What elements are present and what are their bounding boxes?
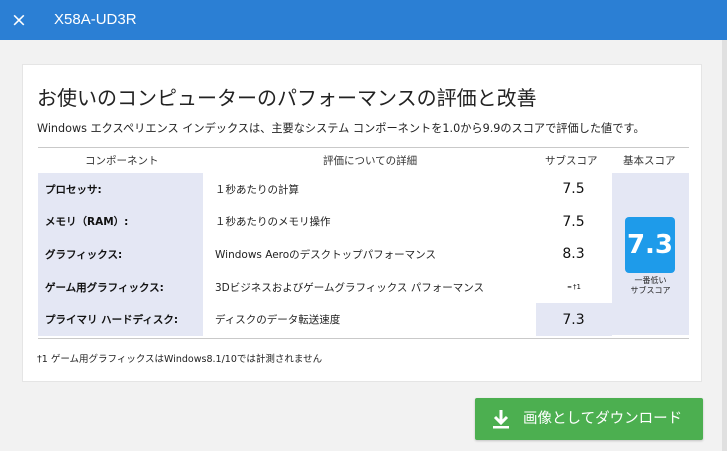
score-table: コンポーネント 評価についての詳細 サブスコア 基本スコア プロセッサ: １秒あ… <box>38 147 689 339</box>
component-name: プライマリ ハードディスク: <box>38 303 203 336</box>
close-icon[interactable]: × <box>5 6 33 34</box>
base-score-badge: 7.3 <box>625 217 675 273</box>
footnote-marker: †1 <box>573 283 582 292</box>
title-bar: × X58A-UD3R <box>0 0 727 40</box>
table-row: ゲーム用グラフィックス: 3Dビジネスおよびゲームグラフィックス パフォーマンス… <box>38 270 612 304</box>
component-name: グラフィックス: <box>38 238 203 271</box>
table-row: グラフィックス: Windows Aeroのデスクトップパフォーマンス 8.3 <box>38 238 612 271</box>
window-title: X58A-UD3R <box>54 11 137 28</box>
table-row: プロセッサ: １秒あたりの計算 7.5 <box>38 173 612 206</box>
download-icon <box>493 410 509 429</box>
component-detail: 3Dビジネスおよびゲームグラフィックス パフォーマンス <box>215 281 485 294</box>
scrollbar[interactable] <box>722 40 727 451</box>
description-text: Windows エクスペリエンス インデックスは、主要なシステム コンポーネント… <box>37 122 645 135</box>
lowest-subscore-value: 7.3 <box>536 303 612 336</box>
column-header-subscore: サブスコア <box>545 155 598 167</box>
page-title: お使いのコンピューターのパフォーマンスの評価と改善 <box>37 86 537 110</box>
download-button-label: 画像としてダウンロード <box>523 411 683 427</box>
column-header-base-score: 基本スコア <box>623 155 676 167</box>
subscore-value: - †1 <box>566 279 582 296</box>
table-row: プライマリ ハードディスク: ディスクのデータ転送速度 7.3 <box>38 303 612 336</box>
base-score-caption: 一番低い サブスコア <box>630 276 671 295</box>
download-image-button[interactable]: 画像としてダウンロード <box>475 398 703 440</box>
score-panel: お使いのコンピューターのパフォーマンスの評価と改善 Windows エクスペリエ… <box>22 64 702 382</box>
column-header-detail: 評価についての詳細 <box>323 155 418 167</box>
component-detail: Windows Aeroのデスクトップパフォーマンス <box>215 248 436 261</box>
footnote: †1 ゲーム用グラフィックスはWindows8.1/10では計測されません <box>37 354 323 365</box>
subscore-value: 7.5 <box>562 213 585 230</box>
component-name: ゲーム用グラフィックス: <box>38 270 203 304</box>
subscore-value: 8.3 <box>562 246 585 263</box>
component-detail: １秒あたりのメモリ操作 <box>215 216 331 229</box>
subscore-value: 7.5 <box>562 181 585 198</box>
base-score-column: 7.3 一番低い サブスコア <box>612 173 689 335</box>
column-header-component: コンポーネント <box>85 155 159 167</box>
component-detail: １秒あたりの計算 <box>215 183 299 196</box>
component-name: メモリ（RAM）: <box>38 205 203 239</box>
component-name: プロセッサ: <box>38 173 203 206</box>
table-row: メモリ（RAM）: １秒あたりのメモリ操作 7.5 <box>38 205 612 239</box>
component-detail: ディスクのデータ転送速度 <box>215 314 341 327</box>
